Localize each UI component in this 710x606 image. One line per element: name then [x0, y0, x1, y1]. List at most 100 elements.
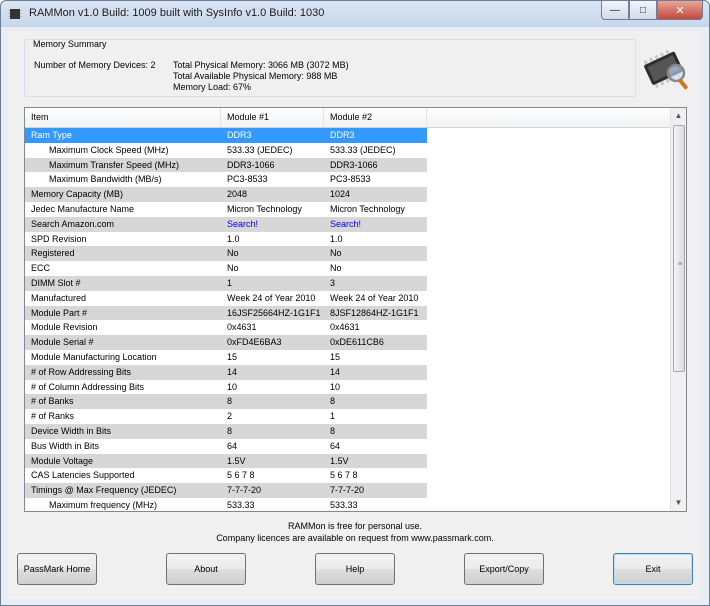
search-link-module-2[interactable]: Search! — [330, 217, 430, 232]
total-available-memory: Total Available Physical Memory: 988 MB — [173, 71, 338, 81]
row-item-cell: # of Column Addressing Bits — [31, 381, 145, 392]
row-module-1-cell: 1.5V — [227, 455, 246, 466]
search-link-module-1[interactable]: Search! — [227, 217, 327, 232]
vertical-scrollbar[interactable]: ▲ ≡ ▼ — [670, 108, 686, 511]
row-module-2-cell: Week 24 of Year 2010 — [330, 292, 419, 303]
header-module-1[interactable]: Module #1 — [221, 108, 324, 127]
row-module-1-cell: 0xFD4E6BA3 — [227, 337, 282, 348]
row-module-1-cell: PC3-8533 — [227, 174, 268, 185]
license-notice-line-2: Company licences are available on reques… — [216, 533, 494, 543]
table-row[interactable]: # of Ranks 2 1 — [25, 409, 670, 424]
row-module-1-cell: 8 — [227, 396, 233, 407]
export-copy-button[interactable]: Export/Copy — [464, 553, 544, 585]
table-row[interactable]: Search Amazon.com Search! Search! — [25, 216, 670, 232]
row-item-cell: Module Part # — [31, 307, 88, 318]
row-module-2-cell: 1024 — [330, 189, 351, 200]
chip-app-icon — [8, 9, 22, 19]
row-module-2-cell: 14 — [330, 366, 341, 377]
row-module-2-cell: 0x4631 — [330, 322, 360, 333]
table-row[interactable]: Bus Width in Bits 64 64 — [25, 439, 670, 454]
row-module-2-cell: PC3-8533 — [330, 174, 371, 185]
row-module-1-cell: Week 24 of Year 2010 — [227, 292, 316, 303]
row-item-cell: Search Amazon.com — [31, 218, 115, 229]
row-item-cell: Jedec Manufacture Name — [31, 203, 135, 214]
table-row[interactable]: Registered No No — [25, 246, 670, 262]
maximize-icon: □ — [639, 4, 647, 16]
table-row[interactable]: # of Row Addressing Bits 14 14 — [25, 364, 670, 380]
header-item[interactable]: Item — [25, 108, 221, 127]
row-module-1-cell: No — [227, 248, 239, 259]
row-module-1-cell: DDR3 — [227, 130, 252, 140]
table-row[interactable]: Maximum Clock Speed (MHz) 533.33 (JEDEC) 5… — [25, 143, 670, 158]
memory-details-table[interactable]: Item Module #1 Module #2 Ram Type DDR3 DDR… — [24, 107, 687, 512]
row-module-1-cell: 64 — [227, 440, 238, 451]
row-module-2-cell: 3 — [330, 277, 336, 288]
table-row[interactable]: ECC No No — [25, 261, 670, 276]
scroll-down-arrow-icon[interactable]: ▼ — [671, 495, 686, 511]
title-bar[interactable]: RAMMon v1.0 Build: 1009 built with SysIn… — [1, 1, 709, 27]
minimize-button[interactable]: — — [601, 1, 629, 20]
table-row[interactable]: Device Width in Bits 8 8 — [25, 423, 670, 439]
table-row[interactable]: Module Voltage 1.5V 1.5V — [25, 453, 670, 469]
passmark-home-button[interactable]: PassMark Home — [17, 553, 97, 585]
table-row[interactable]: SPD Revision 1.0 1.0 — [25, 232, 670, 247]
table-rows: Ram Type DDR3 DDR3 Maximum Clock Speed (MHz… — [25, 128, 670, 511]
about-button[interactable]: About — [166, 553, 246, 585]
row-module-1-cell: 0x4631 — [227, 322, 257, 333]
row-module-1-cell: Micron Technology — [227, 203, 302, 214]
table-row[interactable]: Timings @ Max Frequency (JEDEC) 7-7-7-20 7… — [25, 483, 670, 498]
table-row[interactable]: Maximum Transfer Speed (MHz) DDR3-1066 DDR… — [25, 157, 670, 173]
row-item-cell: Maximum frequency (MHz) — [49, 499, 158, 510]
row-module-1-cell: DDR3-1066 — [227, 159, 275, 170]
row-module-2-cell: 0xDE611CB6 — [330, 337, 384, 348]
table-row[interactable]: Jedec Manufacture Name Micron Technology M… — [25, 202, 670, 217]
row-module-1-cell: 533.33 (JEDEC) — [227, 144, 293, 155]
table-header: Item Module #1 Module #2 — [25, 108, 670, 128]
row-module-2-cell: 533.33 (JEDEC) — [330, 144, 396, 155]
scrollbar-thumb[interactable]: ≡ — [673, 125, 685, 372]
row-item-cell: ECC — [31, 263, 51, 274]
header-module-2[interactable]: Module #2 — [324, 108, 427, 127]
row-item-cell: # of Row Addressing Bits — [31, 366, 132, 377]
row-item-cell: Maximum Transfer Speed (MHz) — [49, 159, 180, 170]
row-item-cell: Timings @ Max Frequency (JEDEC) — [31, 485, 177, 496]
row-module-2-cell: DDR3-1066 — [330, 159, 378, 170]
window-title: RAMMon v1.0 Build: 1009 built with SysIn… — [29, 7, 325, 19]
table-row[interactable]: # of Column Addressing Bits 10 10 — [25, 380, 670, 395]
row-module-1-cell: 15 — [227, 351, 238, 362]
close-icon: ✕ — [675, 4, 685, 17]
row-item-cell: Bus Width in Bits — [31, 440, 100, 451]
row-module-2-cell: No — [330, 248, 342, 259]
table-row[interactable]: Ram Type DDR3 DDR3 — [25, 128, 670, 143]
row-item-cell: Memory Capacity (MB) — [31, 189, 124, 200]
table-row[interactable]: Module Revision 0x4631 0x4631 — [25, 320, 670, 335]
table-row[interactable]: Memory Capacity (MB) 2048 1024 — [25, 187, 670, 202]
row-item-cell: Module Manufacturing Location — [31, 351, 157, 362]
table-row[interactable]: # of Banks 8 8 — [25, 394, 670, 410]
table-row[interactable]: DIMM Slot # 1 3 — [25, 275, 670, 291]
table-row[interactable]: Module Manufacturing Location 15 15 — [25, 350, 670, 365]
table-row[interactable]: Module Part # 16JSF25664HZ-1G1F1 8JSF12864… — [25, 305, 670, 321]
row-module-2-cell: 15 — [330, 351, 341, 362]
row-module-2-cell: Micron Technology — [330, 203, 405, 214]
help-button[interactable]: Help — [315, 553, 395, 585]
memory-load: Memory Load: 67% — [173, 82, 252, 92]
row-module-1-cell: 1.0 — [227, 233, 240, 244]
table-row[interactable]: Maximum Bandwidth (MB/s) PC3-8533 PC3-8533 — [25, 172, 670, 187]
row-module-1-cell: 8 — [227, 425, 233, 436]
row-item-cell: Maximum Bandwidth (MB/s) — [49, 174, 162, 185]
row-module-2-cell: 1.0 — [330, 233, 343, 244]
maximize-button[interactable]: □ — [629, 1, 657, 20]
close-button[interactable]: ✕ — [657, 1, 703, 20]
table-row[interactable]: Maximum frequency (MHz) 533.33 533.33 — [25, 498, 670, 511]
table-row[interactable]: Module Serial # 0xFD4E6BA3 0xDE611CB6 — [25, 335, 670, 350]
row-module-1-cell: 16JSF25664HZ-1G1F1 — [227, 307, 321, 318]
scroll-up-arrow-icon[interactable]: ▲ — [671, 108, 686, 124]
exit-button[interactable]: Exit — [613, 553, 693, 585]
row-item-cell: Registered — [31, 248, 75, 259]
caption-buttons: — □ ✕ — [601, 1, 703, 21]
table-row[interactable]: Manufactured Week 24 of Year 2010 Week 24 … — [25, 291, 670, 306]
table-row[interactable]: CAS Latencies Supported 5 6 7 8 5 6 7 8 — [25, 468, 670, 483]
scrollbar-grip-icon: ≡ — [678, 261, 683, 268]
row-item-cell: DIMM Slot # — [31, 277, 81, 288]
